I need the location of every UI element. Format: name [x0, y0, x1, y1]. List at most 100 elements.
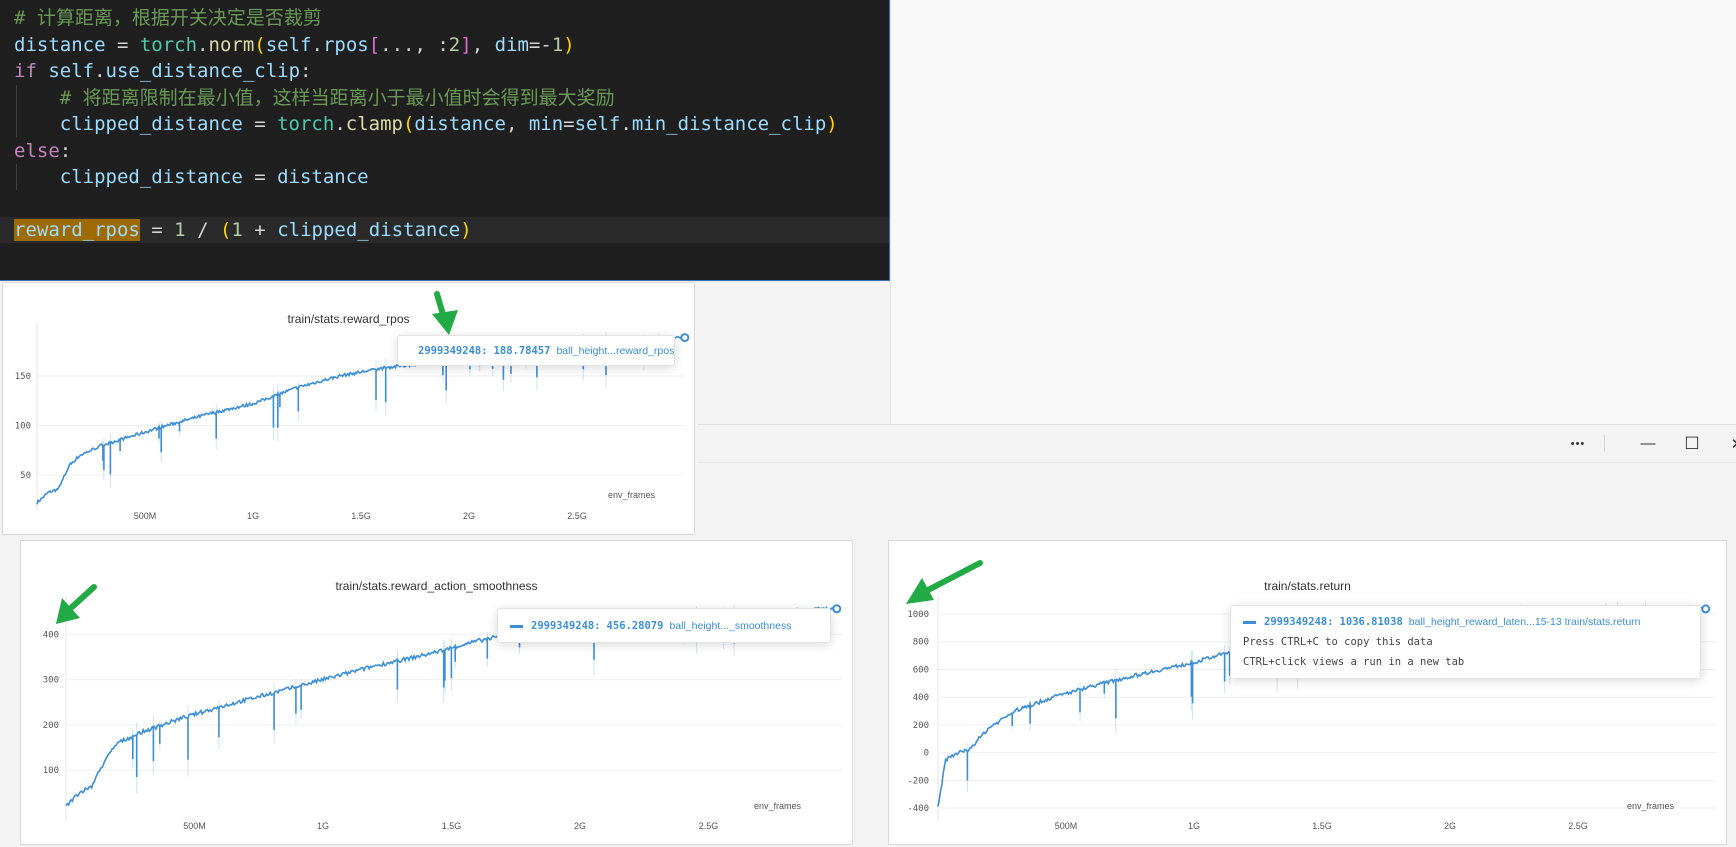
code-token: self — [36, 60, 95, 82]
y-tick-label: 0 — [924, 749, 929, 759]
x-tick-label: 2G — [574, 821, 586, 831]
code-line[interactable]: # 将距离限制在最小值，这样当距离小于最小值时会得到最大奖励 — [0, 84, 889, 111]
code-token: ( — [254, 33, 266, 56]
code-token: norm — [208, 33, 255, 56]
x-tick-label: 2G — [1444, 821, 1456, 831]
code-token: torch — [139, 33, 198, 56]
code-token: ) — [826, 113, 838, 135]
code-token: , — [505, 113, 529, 135]
code-line[interactable]: # 计算距离，根据开关决定是否裁剪 — [0, 5, 889, 31]
hover-point-marker — [832, 604, 842, 614]
code-token: min — [528, 113, 564, 135]
code-token: clipped_distance — [277, 219, 461, 241]
y-tick-label: 400 — [913, 693, 929, 703]
code-token: + — [242, 219, 278, 241]
code-token: [ — [368, 33, 381, 56]
x-axis-label: env_frames — [754, 801, 802, 811]
code-token: / — [185, 219, 220, 241]
code-token: self — [265, 33, 312, 56]
y-tick-label: 600 — [913, 665, 929, 675]
tooltip-run: ball_height...reward_rpos — [556, 345, 675, 357]
x-axis-label: env_frames — [1627, 801, 1675, 811]
code-token: = — [242, 113, 278, 135]
code-token: ( — [402, 113, 415, 135]
code-token: self — [574, 113, 621, 135]
y-tick-label: 150 — [15, 372, 31, 382]
code-token: # 计算距离，根据开关决定是否裁剪 — [14, 7, 322, 29]
code-token: = — [105, 33, 140, 56]
tooltip-hint-ctrl-click: CTRL+click views a run in a new tab — [1243, 656, 1465, 668]
code-token: ( — [219, 219, 232, 241]
code-line[interactable]: else: — [0, 138, 889, 164]
code-token: 2 — [448, 33, 461, 56]
code-token: min_distance_clip — [631, 113, 827, 135]
y-tick-label: 800 — [913, 638, 929, 648]
code-line[interactable]: distance = torch.norm(self.rpos[..., :2]… — [0, 32, 889, 58]
y-tick-label: -200 — [907, 776, 929, 786]
close-button[interactable]: ✕ — [1717, 425, 1736, 462]
indent-guide — [16, 164, 17, 190]
code-line[interactable] — [0, 191, 889, 217]
code-token: ..., : — [380, 33, 449, 56]
ellipsis-icon[interactable]: ••• — [1558, 425, 1598, 462]
y-tick-label: 100 — [43, 766, 59, 776]
code-line[interactable]: if self.use_distance_clip: — [0, 58, 889, 84]
y-tick-label: 100 — [15, 422, 31, 432]
code-line[interactable]: clipped_distance = torch.clamp(distance,… — [0, 111, 889, 137]
code-token: . — [334, 113, 346, 135]
code-token: ) — [460, 219, 472, 241]
code-line[interactable]: reward_rpos = 1 / (1 + clipped_distance) — [0, 217, 889, 243]
code-token: =- — [528, 33, 552, 56]
x-tick-label: 1G — [317, 821, 329, 831]
code-token: dim — [494, 33, 529, 56]
x-tick-label: 2.5G — [699, 821, 719, 831]
code-token: distance — [414, 113, 506, 135]
code-token: : — [300, 60, 312, 82]
x-axis-label: env_frames — [608, 490, 656, 500]
x-tick-label: 1.5G — [351, 511, 371, 521]
code-editor[interactable]: # 计算距离，根据开关决定是否裁剪 distance = torch.norm(s… — [0, 0, 890, 281]
code-token: 1 — [174, 219, 186, 241]
code-token: 1 — [551, 33, 564, 56]
code-token: else — [14, 139, 60, 162]
x-tick-label: 1.5G — [1312, 821, 1332, 831]
chart-tooltip: 2999349248: 1036.81038 ball_height_reward_… — [1230, 605, 1701, 679]
x-tick-label: 500M — [134, 511, 157, 521]
x-tick-label: 2.5G — [567, 511, 587, 521]
series-swatch — [510, 624, 523, 628]
tooltip-step: 2999349248: — [531, 620, 601, 632]
code-token: distance — [277, 166, 369, 188]
maximize-button[interactable]: ☐ — [1672, 425, 1712, 462]
code-token: distance — [14, 33, 106, 56]
code-token: clipped_distance — [14, 113, 243, 135]
code-token: # 将距离限制在最小值，这样当距离小于最小值时会得到最大奖励 — [14, 86, 615, 109]
y-tick-label: 1000 — [907, 610, 929, 620]
code-token: clipped_distance — [14, 166, 243, 188]
code-token: reward_rpos — [14, 219, 140, 241]
code-token: = — [139, 219, 175, 241]
code-token: use_distance_clip — [105, 60, 301, 82]
y-tick-label: 400 — [43, 630, 59, 640]
indent-guide — [16, 111, 17, 137]
tooltip-step: 2999349248: — [1264, 616, 1334, 628]
tooltip-run: ball_height_reward_laten...15-13 train/s… — [1408, 616, 1641, 628]
code-token: torch — [277, 113, 335, 135]
code-token: = — [563, 113, 575, 135]
hover-point-marker — [680, 333, 690, 343]
code-token: clamp — [345, 113, 403, 135]
y-tick-label: 200 — [913, 721, 929, 731]
minimize-button[interactable]: — — [1628, 425, 1668, 462]
x-tick-label: 2.5G — [1568, 821, 1588, 831]
code-line[interactable]: clipped_distance = distance — [0, 164, 889, 190]
window-titlebar: ••• — ☐ ✕ — [697, 424, 1736, 463]
x-tick-label: 1.5G — [442, 821, 462, 831]
chart-title: train/stats.return — [1264, 579, 1351, 593]
code-token: . — [311, 33, 323, 56]
tooltip-value: 1036.81038 — [1339, 616, 1403, 628]
y-tick-label: 50 — [20, 471, 31, 481]
chart-card-reward-action-smoothness: 100 200 300 400 500M 1G 1.5G 2G 2.5G env_frames t… — [20, 540, 853, 845]
chart-title: train/stats.reward_action_smoothness — [335, 579, 538, 593]
x-tick-label: 2G — [463, 511, 475, 521]
code-token: ) — [563, 33, 575, 56]
background-window — [890, 0, 1736, 424]
